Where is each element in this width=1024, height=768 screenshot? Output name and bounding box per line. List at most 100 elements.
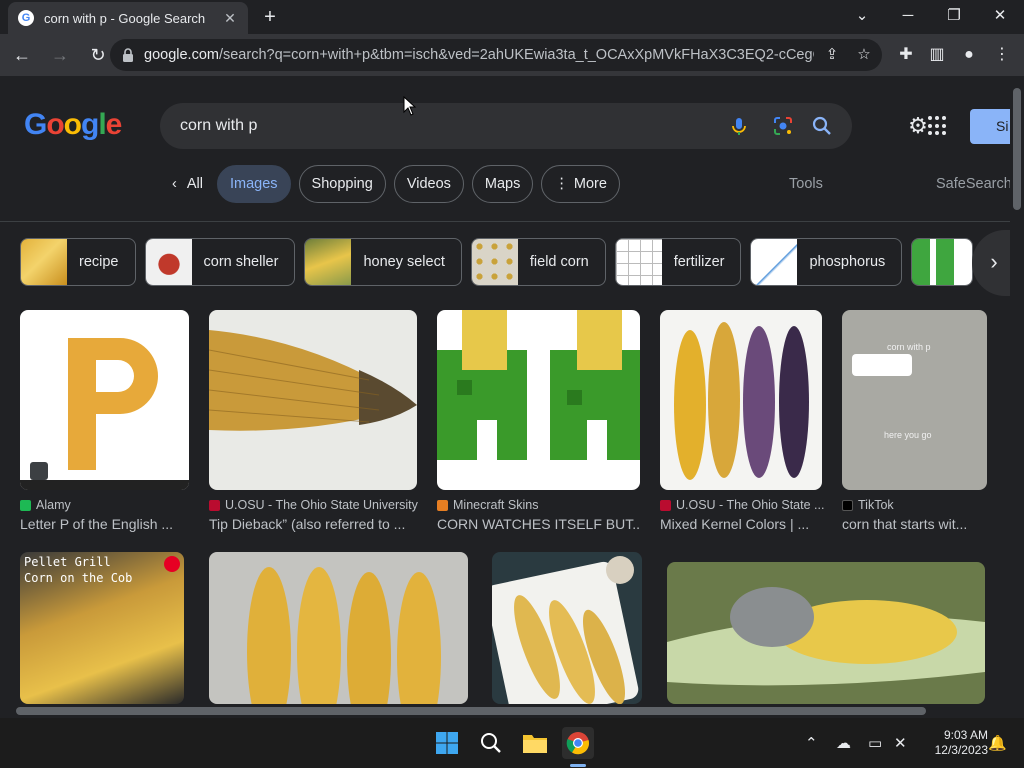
result-image: [20, 310, 189, 490]
bookmark-star-icon[interactable]: ☆: [854, 45, 874, 65]
pinterest-icon: [164, 556, 180, 572]
google-apps-icon[interactable]: [928, 116, 948, 136]
chip-thumbnail: [912, 239, 973, 285]
safesearch-button[interactable]: SafeSearch: [936, 176, 1010, 192]
chip-thumbnail: [21, 239, 67, 285]
browser-toolbar: ← → ↻ google.com/search?q=corn+with+p&tb…: [0, 34, 1024, 76]
volume-muted-icon[interactable]: ✕: [894, 734, 907, 752]
minecraft-corn-image: [437, 310, 640, 490]
image-result[interactable]: corn with p here you go TikTok corn that…: [842, 310, 987, 532]
chip-fertilizer[interactable]: fertilizer: [614, 238, 742, 286]
image-result[interactable]: Alamy Letter P of the English ...: [20, 310, 189, 532]
chip-recipe[interactable]: recipe: [20, 238, 136, 286]
tab-maps[interactable]: Maps: [471, 165, 534, 203]
tab-more[interactable]: ⋮ More: [541, 165, 620, 203]
search-query: corn with p: [180, 117, 258, 134]
chip-thumbnail: [145, 239, 192, 285]
back-icon[interactable]: ←: [6, 39, 38, 71]
result-image: [660, 310, 822, 490]
chip-thumbnail: [305, 239, 352, 285]
url-text: google.com/search?q=corn+with+p&tbm=isch…: [144, 47, 814, 63]
chip-field-corn[interactable]: field corn: [470, 238, 606, 286]
chip-corn-sheller[interactable]: corn sheller: [144, 238, 296, 286]
image-result[interactable]: [492, 552, 642, 704]
image-result[interactable]: U.OSU - The Ohio State ... Mixed Kernel …: [660, 310, 824, 532]
tab-videos[interactable]: Videos: [393, 165, 464, 203]
network-icon[interactable]: ▭: [868, 734, 882, 752]
taskbar-clock[interactable]: 9:03 AM 12/3/2023: [918, 728, 988, 758]
header-divider: [0, 221, 1010, 222]
share-icon[interactable]: ⇪: [822, 45, 842, 65]
tiktok-comment-bubble: [852, 354, 912, 376]
result-title: CORN WATCHES ITSELF BUT...: [437, 516, 640, 532]
onedrive-icon[interactable]: ☁: [836, 734, 851, 752]
osu-favicon-icon: [660, 499, 671, 511]
vertical-scrollbar[interactable]: [1010, 76, 1024, 704]
result-source: Alamy: [20, 498, 189, 512]
horizontal-scrollbar[interactable]: [0, 704, 1010, 718]
result-source: U.OSU - The Ohio State ...: [660, 498, 824, 512]
seasoned-corn-tray-image: [492, 556, 639, 704]
file-explorer-icon[interactable]: [519, 727, 551, 759]
tray-overflow-icon[interactable]: ⌃: [805, 734, 818, 752]
result-image: corn with p here you go: [842, 310, 987, 490]
minecraft-skins-favicon-icon: [437, 499, 448, 511]
forward-icon[interactable]: →: [44, 39, 76, 71]
tab-all[interactable]: ‹ All: [166, 165, 209, 203]
search-icon[interactable]: [811, 115, 833, 137]
lens-camera-icon[interactable]: [772, 115, 794, 137]
image-result[interactable]: Minecraft Skins CORN WATCHES ITSELF BUT.…: [437, 310, 640, 532]
restore-icon[interactable]: ❐: [934, 4, 974, 28]
result-image: [437, 310, 640, 490]
extensions-icon[interactable]: ✚: [894, 43, 918, 67]
image-result[interactable]: U.OSU - The Ohio State University Tip Di…: [209, 310, 418, 532]
corn-smut-image: [667, 587, 985, 686]
result-source: TikTok: [842, 498, 987, 512]
notifications-bell-icon[interactable]: 🔔: [988, 734, 1007, 752]
search-input[interactable]: corn with p: [160, 103, 852, 149]
tools-button[interactable]: Tools: [789, 176, 823, 192]
tiktok-overlay-text: corn with p: [887, 342, 931, 352]
chip-honey-select[interactable]: honey select: [304, 238, 462, 286]
result-image: Pellet Grill Corn on the Cob: [20, 552, 184, 704]
chip-more-thumbnail[interactable]: [911, 238, 974, 286]
title-bar: G corn with p - Google Search ✕ + ⌄ ─ ❐ …: [0, 0, 1024, 34]
address-bar[interactable]: google.com/search?q=corn+with+p&tbm=isch…: [110, 39, 882, 71]
browser-tab[interactable]: G corn with p - Google Search ✕: [8, 2, 248, 34]
taskbar-search-icon[interactable]: [475, 727, 507, 759]
windows-start-icon[interactable]: [431, 727, 463, 759]
tiktok-favicon-icon: [842, 499, 853, 511]
result-source: U.OSU - The Ohio State University: [209, 498, 418, 512]
vertical-scroll-thumb[interactable]: [1013, 88, 1021, 210]
horizontal-scroll-thumb[interactable]: [16, 707, 926, 715]
microphone-icon[interactable]: [728, 115, 750, 137]
chrome-taskbar-icon[interactable]: [562, 727, 594, 759]
image-result[interactable]: [209, 552, 468, 704]
active-app-indicator: [570, 764, 586, 767]
sign-in-button[interactable]: Si: [970, 109, 1010, 144]
side-panel-icon[interactable]: ▥: [925, 43, 949, 67]
lock-icon: [123, 48, 133, 62]
close-window-icon[interactable]: ✕: [980, 4, 1020, 28]
result-image: [492, 552, 642, 704]
settings-gear-icon[interactable]: ⚙: [906, 114, 930, 138]
new-tab-icon[interactable]: +: [258, 6, 282, 28]
menu-icon[interactable]: ⋮: [990, 43, 1014, 67]
profile-icon[interactable]: ●: [957, 43, 981, 67]
minimize-icon[interactable]: ─: [888, 4, 928, 28]
windows-taskbar: ⌃ ☁ ▭ ✕ 9:03 AM 12/3/2023 🔔: [0, 718, 1024, 768]
result-title: Tip Dieback” (also referred to ...: [209, 516, 406, 532]
corn-cobs-row-image: [247, 567, 441, 704]
image-result[interactable]: [667, 562, 985, 704]
search-type-tabs: ‹ All Images Shopping Videos Maps ⋮ More: [166, 165, 628, 203]
tab-search-icon[interactable]: ⌄: [842, 4, 882, 28]
image-result[interactable]: Pellet Grill Corn on the Cob: [20, 552, 184, 704]
result-source: Minecraft Skins: [437, 498, 640, 512]
close-tab-icon[interactable]: ✕: [222, 10, 238, 27]
search-results-page: Google corn with p ⚙ Si ‹ All Images Sho…: [0, 76, 1010, 704]
tab-shopping[interactable]: Shopping: [298, 165, 386, 203]
result-title: corn that starts wit...: [842, 516, 968, 532]
tab-images[interactable]: Images: [216, 165, 291, 203]
google-logo[interactable]: Google: [24, 108, 122, 142]
chip-phosphorus[interactable]: phosphorus: [750, 238, 903, 286]
